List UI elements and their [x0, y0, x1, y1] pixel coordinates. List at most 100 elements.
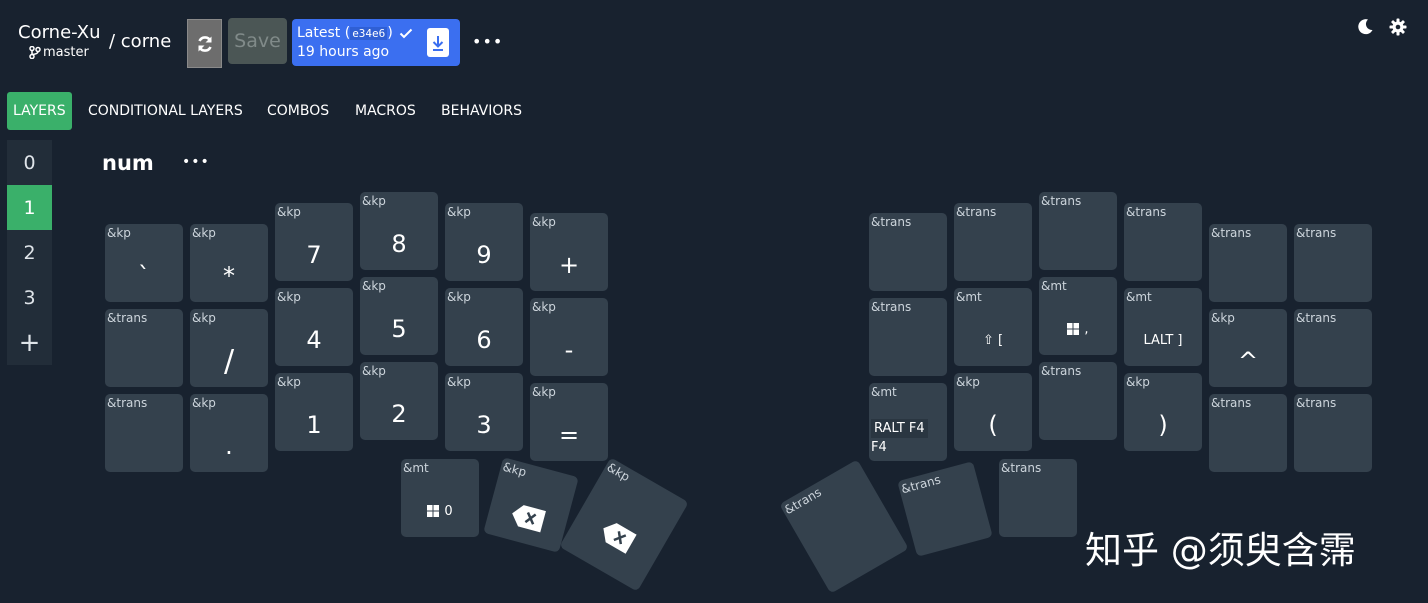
key[interactable]: &kp -: [530, 298, 608, 376]
key[interactable]: &kp 2: [360, 362, 438, 440]
key[interactable]: &mt RALT F4 F4: [869, 383, 947, 461]
key-behavior: &kp: [362, 194, 386, 208]
key-legend: 9: [476, 241, 492, 269]
save-button[interactable]: Save: [228, 18, 287, 64]
key-behavior: &trans: [1041, 194, 1082, 208]
key-behavior: &kp: [277, 205, 301, 219]
key[interactable]: &kp 4: [275, 288, 353, 366]
key[interactable]: &trans: [1294, 394, 1372, 472]
layer-item-1[interactable]: 1: [7, 185, 52, 230]
key-behavior: &mt: [956, 290, 982, 304]
key-legend: RALT F4 F4: [869, 409, 947, 461]
layer-options-button[interactable]: •••: [182, 154, 210, 170]
key[interactable]: &trans: [954, 203, 1032, 281]
key[interactable]: &trans: [1039, 192, 1117, 270]
layer-item-0[interactable]: 0: [7, 140, 52, 185]
key[interactable]: &kp /: [190, 309, 268, 387]
key[interactable]: &kp *: [190, 224, 268, 302]
key-legend: [869, 239, 947, 291]
key[interactable]: &trans: [1294, 309, 1372, 387]
key[interactable]: &trans: [897, 461, 993, 557]
key[interactable]: &kp +: [530, 213, 608, 291]
key-legend: [105, 335, 183, 387]
key[interactable]: &kp 7: [275, 203, 353, 281]
key[interactable]: &kp ^: [1209, 309, 1287, 387]
key-behavior: &kp: [532, 385, 556, 399]
key[interactable]: &kp.: [190, 394, 268, 472]
key-behavior: &trans: [107, 396, 148, 410]
key[interactable]: &kp 6: [445, 288, 523, 366]
key-legend: ): [1158, 411, 1168, 439]
key-legend: [1294, 335, 1372, 387]
more-options-button[interactable]: •••: [472, 32, 503, 51]
key[interactable]: &kp (: [954, 373, 1032, 451]
key[interactable]: &trans: [1209, 224, 1287, 302]
key[interactable]: &kp 5: [360, 277, 438, 355]
key-behavior: &trans: [1296, 311, 1337, 325]
key[interactable]: &mt LALT ]: [1124, 288, 1202, 366]
key-legend: /: [223, 343, 235, 379]
key[interactable]: &trans: [1209, 394, 1287, 472]
key-legend: [1039, 218, 1117, 270]
repo-owner[interactable]: Corne-Xu: [18, 22, 101, 43]
key[interactable]: &trans: [779, 459, 909, 594]
key-legend: ,: [1039, 303, 1117, 355]
key[interactable]: &trans: [999, 459, 1077, 537]
key-behavior: &kp: [192, 396, 216, 410]
watermark: 知乎 @须臾含霈: [1085, 529, 1356, 572]
key[interactable]: &trans: [105, 309, 183, 387]
key-legend: ^: [1237, 347, 1259, 375]
key-behavior: &trans: [1001, 461, 1042, 475]
key-behavior: &mt: [1041, 279, 1067, 293]
key[interactable]: &kp 9: [445, 203, 523, 281]
tab-macros[interactable]: MACROS: [355, 92, 416, 130]
key-behavior: &kp: [362, 364, 386, 378]
gear-icon[interactable]: [1389, 18, 1407, 36]
refresh-icon: [197, 35, 212, 52]
branch-label[interactable]: master: [29, 45, 89, 60]
key-legend: `: [138, 262, 150, 290]
layer-item-3[interactable]: 3: [7, 275, 52, 320]
key[interactable]: &trans: [869, 213, 947, 291]
key[interactable]: &trans: [105, 394, 183, 472]
key[interactable]: &mt ⇧ [: [954, 288, 1032, 366]
key[interactable]: &mt 0: [401, 459, 479, 537]
tab-conditional-layers[interactable]: CONDITIONAL LAYERS: [88, 92, 243, 130]
windows-icon: [427, 505, 440, 517]
layer-title[interactable]: num: [102, 151, 154, 175]
backspace-icon: [512, 505, 546, 533]
key-behavior: &kp: [956, 375, 980, 389]
tab-layers[interactable]: LAYERS: [7, 92, 72, 130]
key-legend: 1: [306, 411, 322, 439]
layer-item-2[interactable]: 2: [7, 230, 52, 275]
repo-name[interactable]: / corne: [109, 31, 171, 52]
key-legend: *: [223, 262, 235, 290]
key-legend: (: [988, 411, 998, 439]
key[interactable]: &kp 8: [360, 192, 438, 270]
key-legend: -: [564, 336, 574, 364]
commit-hash: e34e6: [350, 27, 388, 40]
key[interactable]: &mt ,: [1039, 277, 1117, 355]
key[interactable]: &trans: [869, 298, 947, 376]
key[interactable]: &kp: [559, 457, 689, 592]
refresh-button[interactable]: [187, 19, 222, 68]
key-behavior: &kp: [277, 375, 301, 389]
tab-behaviors[interactable]: BEHAVIORS: [441, 92, 522, 130]
key[interactable]: &kp 1: [275, 373, 353, 451]
key-behavior: &kp: [447, 290, 471, 304]
latest-build-button[interactable]: Latest (e34e6) 19 hours ago: [292, 19, 460, 66]
key[interactable]: &kp `: [105, 224, 183, 302]
key[interactable]: &trans: [1294, 224, 1372, 302]
key-legend: .: [225, 432, 233, 460]
key[interactable]: &trans: [1124, 203, 1202, 281]
key[interactable]: &kp): [1124, 373, 1202, 451]
moon-icon[interactable]: [1357, 18, 1374, 35]
key[interactable]: &trans: [1039, 362, 1117, 440]
key[interactable]: &kp =: [530, 383, 608, 461]
add-layer-button[interactable]: +: [7, 320, 52, 365]
key-behavior: &kp: [277, 290, 301, 304]
key[interactable]: &kp 3: [445, 373, 523, 451]
tab-combos[interactable]: COMBOS: [267, 92, 329, 130]
key-legend: [1294, 420, 1372, 472]
download-firmware-button[interactable]: [427, 28, 449, 57]
